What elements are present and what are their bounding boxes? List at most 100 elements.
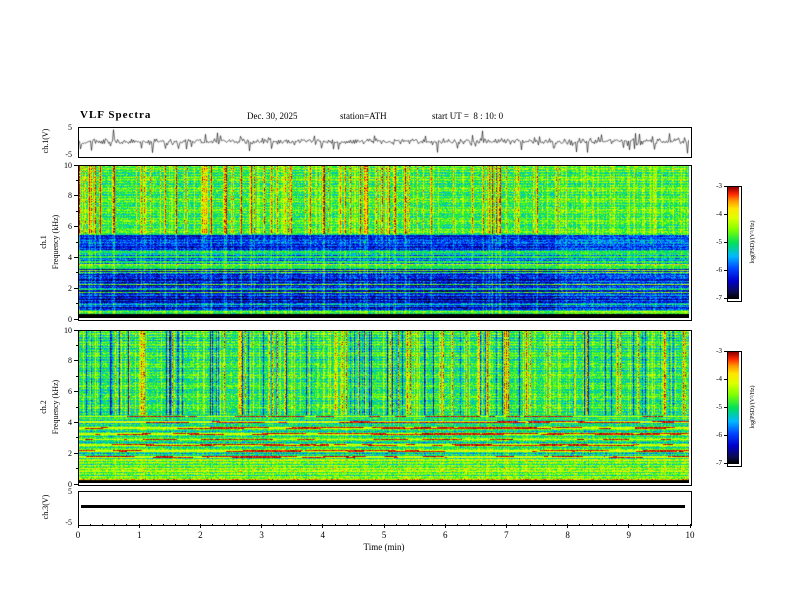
- x-minor-tick: [224, 524, 226, 526]
- colorbar-tick: [724, 434, 727, 436]
- x-major-tick: [444, 524, 446, 528]
- y-tick-label: 5: [68, 487, 72, 496]
- colorbar-tick-label: -7: [716, 293, 722, 302]
- x-major-tick: [199, 524, 201, 528]
- y-minor-tick: [76, 272, 78, 274]
- x-minor-tick: [640, 524, 642, 526]
- x-minor-tick: [212, 524, 214, 526]
- x-minor-tick: [481, 524, 483, 526]
- colorbar-tick-label: -4: [716, 209, 722, 218]
- x-minor-tick: [310, 524, 312, 526]
- y-minor-tick: [76, 179, 78, 181]
- ch1-colorbar-label: log(PSD)/(V²/Hz): [750, 220, 756, 264]
- y-tick-label: 10: [64, 325, 72, 335]
- y-minor-tick: [76, 437, 78, 439]
- y-tick-label: -5: [65, 518, 72, 527]
- x-tick-label: 3: [259, 530, 264, 540]
- y-minor-tick: [76, 468, 78, 470]
- vlf-spectra-figure: VLF Spectra Dec. 30, 2025 station=ATH st…: [0, 0, 792, 612]
- x-minor-tick: [456, 524, 458, 526]
- x-minor-tick: [359, 524, 361, 526]
- x-minor-tick: [518, 524, 520, 526]
- ch3-voltage-axis-label: ch.3(V): [41, 494, 50, 520]
- x-minor-tick: [530, 524, 532, 526]
- ch2-spectrogram-panel: [78, 330, 692, 486]
- y-major-tick: [74, 329, 78, 331]
- y-tick-label: 6: [68, 222, 72, 232]
- start-ut-label: start UT = 8 : 10: 0: [432, 111, 504, 121]
- x-major-tick: [628, 524, 630, 528]
- y-tick-label: 4: [68, 252, 72, 262]
- x-major-tick: [138, 524, 140, 528]
- x-minor-tick: [371, 524, 373, 526]
- x-major-tick: [322, 524, 324, 528]
- x-minor-tick: [554, 524, 556, 526]
- x-major-tick: [77, 524, 79, 528]
- x-tick-label: 7: [504, 530, 509, 540]
- ch1-colorbar-canvas: [728, 187, 739, 299]
- ch1-spectrogram-panel: [78, 165, 692, 321]
- x-minor-tick: [126, 524, 128, 526]
- x-minor-tick: [542, 524, 544, 526]
- x-tick-label: 4: [320, 530, 326, 540]
- y-minor-tick: [76, 210, 78, 212]
- colorbar-tick-label: -3: [716, 181, 722, 190]
- y-tick-label: 8: [68, 191, 72, 201]
- y-minor-tick: [76, 344, 78, 346]
- x-minor-tick: [175, 524, 177, 526]
- x-tick-label: 8: [565, 530, 570, 540]
- colorbar-tick-label: -6: [716, 265, 722, 274]
- y-tick-label: 5: [68, 123, 72, 132]
- x-minor-tick: [665, 524, 667, 526]
- y-minor-tick: [76, 303, 78, 305]
- y-major-tick: [74, 360, 78, 362]
- x-minor-tick: [236, 524, 238, 526]
- x-tick-label: 6: [442, 530, 448, 540]
- x-minor-tick: [395, 524, 397, 526]
- figure-title: VLF Spectra: [80, 109, 152, 121]
- y-major-tick: [74, 226, 78, 228]
- ch3-flat-trace: [81, 505, 685, 508]
- x-minor-tick: [101, 524, 103, 526]
- colorbar-tick: [724, 406, 727, 408]
- colorbar-tick: [724, 241, 727, 243]
- x-tick-label: 2: [198, 530, 203, 540]
- x-minor-tick: [603, 524, 605, 526]
- y-tick-label: 4: [68, 417, 72, 427]
- x-minor-tick: [163, 524, 165, 526]
- y-tick-label: -5: [65, 150, 72, 159]
- ch2-colorbar-canvas: [728, 352, 739, 464]
- x-minor-tick: [407, 524, 409, 526]
- ch2-channel-label: ch.2: [39, 400, 48, 414]
- ch2-spectrogram-canvas: [79, 331, 689, 483]
- x-major-tick: [261, 524, 263, 528]
- x-minor-tick: [432, 524, 434, 526]
- x-minor-tick: [150, 524, 152, 526]
- x-tick-label: 10: [685, 530, 695, 540]
- colorbar-tick: [724, 462, 727, 464]
- x-minor-tick: [114, 524, 116, 526]
- x-minor-tick: [677, 524, 679, 526]
- x-minor-tick: [89, 524, 91, 526]
- x-minor-tick: [273, 524, 275, 526]
- y-major-tick: [74, 421, 78, 423]
- y-major-tick: [74, 391, 78, 393]
- colorbar-tick: [724, 213, 727, 215]
- date-label: Dec. 30, 2025: [247, 111, 298, 121]
- y-tick-label: 2: [68, 448, 72, 458]
- y-major-tick: [74, 483, 78, 485]
- colorbar-tick-label: -3: [716, 346, 722, 355]
- time-axis-label: Time (min): [363, 542, 405, 552]
- colorbar-tick-label: -5: [716, 237, 722, 246]
- y-tick-label: 6: [68, 387, 72, 397]
- x-major-tick: [505, 524, 507, 528]
- colorbar-tick-label: -7: [716, 458, 722, 467]
- ch1-spectrogram-canvas: [79, 166, 689, 318]
- y-major-tick: [74, 287, 78, 289]
- x-tick-label: 5: [381, 530, 387, 540]
- x-major-tick: [689, 524, 691, 528]
- colorbar-tick: [724, 350, 727, 352]
- x-minor-tick: [420, 524, 422, 526]
- x-minor-tick: [334, 524, 336, 526]
- colorbar-tick-label: -4: [716, 374, 722, 383]
